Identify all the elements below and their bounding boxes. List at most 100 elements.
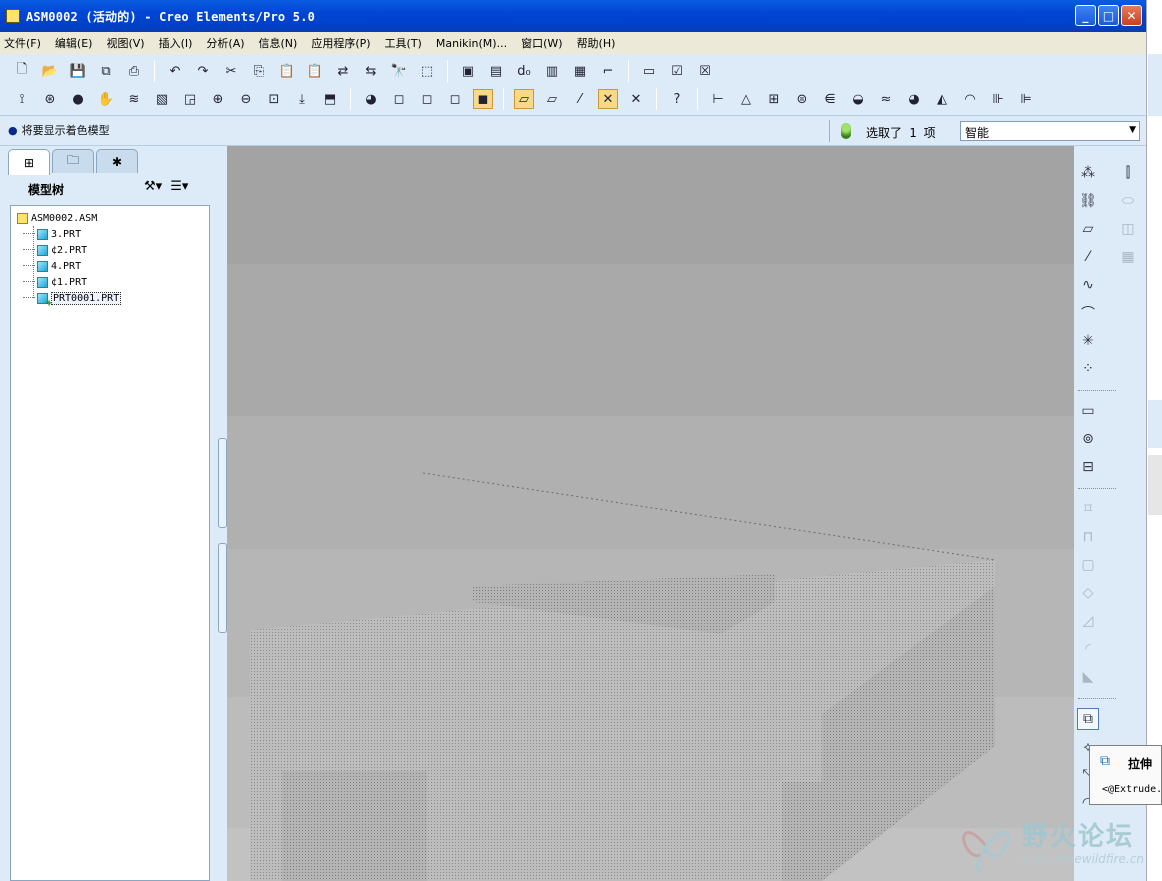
tree-item-part[interactable]: 3.PRT (11, 226, 209, 242)
point-display-icon[interactable]: ✕ (598, 89, 618, 109)
draft-icon[interactable]: ◇ (1077, 582, 1099, 604)
selection-filter-dropdown[interactable]: 智能 ▼ (960, 121, 1140, 141)
shell-icon[interactable]: ⊓ (1077, 526, 1099, 548)
paste-icon[interactable]: 📋 (277, 61, 297, 81)
extrude-icon[interactable]: ⧉ (1077, 708, 1099, 730)
rib-icon[interactable]: ▢ (1077, 554, 1099, 576)
tree-item-asm[interactable]: ASM0002.ASM (11, 210, 209, 226)
saved-views-icon[interactable]: ⬒ (320, 89, 340, 109)
datum-axis-icon[interactable]: ⁄ (1077, 246, 1099, 268)
family-table-icon[interactable]: ▦ (570, 61, 590, 81)
pan-icon[interactable]: ✋ (96, 89, 116, 109)
layer-icon[interactable]: ▣ (458, 61, 478, 81)
tree-item-part[interactable]: ¢1.PRT (11, 274, 209, 290)
menu-file[interactable]: 文件(F) (4, 35, 41, 51)
close-button[interactable]: ✕ (1121, 5, 1142, 26)
datum-axes-icon[interactable]: ▱ (542, 89, 562, 109)
menu-help[interactable]: 帮助(H) (577, 35, 616, 51)
component-package-icon[interactable]: ⊟ (1077, 456, 1099, 478)
undo-icon[interactable]: ↶ (165, 61, 185, 81)
panel-sash[interactable] (218, 146, 227, 881)
menu-applications[interactable]: 应用程序(P) (311, 35, 370, 51)
paste-special-icon[interactable]: 📋 (305, 61, 325, 81)
round-icon[interactable]: ◿ (1077, 610, 1099, 632)
no-hidden-icon[interactable]: ◻ (445, 89, 465, 109)
spin-center-icon[interactable]: ⊛ (40, 89, 60, 109)
menu-info[interactable]: 信息(N) (259, 35, 298, 51)
hidden-line-icon[interactable]: ◻ (417, 89, 437, 109)
offset-analysis-icon[interactable]: ◠ (960, 89, 980, 109)
tree-settings-icon[interactable]: ⚒▾ (144, 179, 162, 194)
dihedral-icon[interactable]: ⊪ (988, 89, 1008, 109)
reflection-icon[interactable]: ≈ (876, 89, 896, 109)
save-icon[interactable]: 💾 (68, 61, 88, 81)
datum-display-icon[interactable]: ⟟ (12, 89, 32, 109)
sweep-icon[interactable]: ◣ (1077, 666, 1099, 688)
section-icon[interactable]: ⊞ (764, 89, 784, 109)
slope-icon[interactable]: ◭ (932, 89, 952, 109)
save-copy-icon[interactable]: ⧉ (96, 61, 116, 81)
datum-curve-icon[interactable]: ∿ (1077, 274, 1099, 296)
surface-icon[interactable]: ◒ (848, 89, 868, 109)
reorient-icon[interactable]: ⤓ (292, 89, 312, 109)
tab-favorites[interactable]: ✱ (96, 149, 138, 173)
datum-plane-icon[interactable]: ▱ (1077, 218, 1099, 240)
shading-icon[interactable]: ● (68, 89, 88, 109)
tree-item-part[interactable]: ¢2.PRT (11, 242, 209, 258)
component-assemble-icon[interactable]: ▭ (1077, 400, 1099, 422)
trim-icon[interactable]: ◫ (1117, 218, 1139, 240)
pattern-icon[interactable]: ▦ (1117, 246, 1139, 268)
regen-manager-icon[interactable]: ⇆ (361, 61, 381, 81)
draft-icon[interactable]: ⋹ (820, 89, 840, 109)
orient-icon[interactable]: ◲ (180, 89, 200, 109)
window-icon[interactable]: ▭ (639, 61, 659, 81)
wireframe-icon[interactable]: ◻ (389, 89, 409, 109)
tab-folder-browser[interactable]: 🗀 (52, 149, 94, 173)
chamfer-icon[interactable]: ◜ (1077, 638, 1099, 660)
help-icon[interactable]: ? (667, 89, 687, 109)
datum-point-icon[interactable]: ⁂ (1077, 162, 1099, 184)
menu-edit[interactable]: 编辑(E) (55, 35, 93, 51)
menu-analysis[interactable]: 分析(A) (206, 35, 244, 51)
print-icon[interactable]: ⎙ (124, 61, 144, 81)
maximize-button[interactable]: □ (1098, 5, 1119, 26)
graphics-window[interactable] (227, 146, 1074, 881)
color-icon[interactable]: ◕ (361, 89, 381, 109)
close-window-icon[interactable]: ☒ (695, 61, 715, 81)
curvature-icon[interactable]: ⊜ (792, 89, 812, 109)
tab-model-tree[interactable]: ⊞ (8, 149, 50, 175)
menu-tools[interactable]: 工具(T) (385, 35, 422, 51)
analysis-feature-icon[interactable]: ⁘ (1077, 358, 1099, 380)
sash-grip[interactable] (218, 543, 227, 633)
tree-item-part-selected[interactable]: + PRT0001.PRT (11, 290, 209, 309)
zoom-in-icon[interactable]: ⊕ (208, 89, 228, 109)
hole-icon[interactable]: ⌑ (1077, 498, 1099, 520)
datum-planes-icon[interactable]: ▱ (514, 89, 534, 109)
refit-icon[interactable]: ⊡ (264, 89, 284, 109)
tree-show-icon[interactable]: ☰▾ (170, 179, 188, 194)
coord-sys-icon[interactable]: ✕ (626, 89, 646, 109)
activate-icon[interactable]: ☑ (667, 61, 687, 81)
color-map-icon[interactable]: ◕ (904, 89, 924, 109)
tree-item-part[interactable]: 4.PRT (11, 258, 209, 274)
open-icon[interactable]: 📂 (40, 61, 60, 81)
menu-insert[interactable]: 插入(I) (159, 35, 193, 51)
mirror-icon[interactable]: ⫿ (1117, 162, 1139, 184)
view-manager-icon[interactable]: ▧ (152, 89, 172, 109)
select-box-icon[interactable]: ⬚ (417, 61, 437, 81)
layers-icon[interactable]: ≋ (124, 89, 144, 109)
zoom-out-icon[interactable]: ⊖ (236, 89, 256, 109)
sash-grip[interactable] (218, 438, 227, 528)
deviation-icon[interactable]: ⊫ (1016, 89, 1036, 109)
regenerate-icon[interactable]: ⇄ (333, 61, 353, 81)
minimize-button[interactable]: _ (1075, 5, 1096, 26)
datum-points-icon[interactable]: ⁄ (570, 89, 590, 109)
cut-icon[interactable]: ✂ (221, 61, 241, 81)
menu-manikin[interactable]: Manikin(M)... (436, 37, 507, 50)
copy-icon[interactable]: ⎘ (249, 61, 269, 81)
analysis-icon[interactable]: △ (736, 89, 756, 109)
relations-icon[interactable]: d₀ (514, 61, 534, 81)
parameters-icon[interactable]: ▥ (542, 61, 562, 81)
redo-icon[interactable]: ↷ (193, 61, 213, 81)
shaded-icon[interactable]: ◼ (473, 89, 493, 109)
